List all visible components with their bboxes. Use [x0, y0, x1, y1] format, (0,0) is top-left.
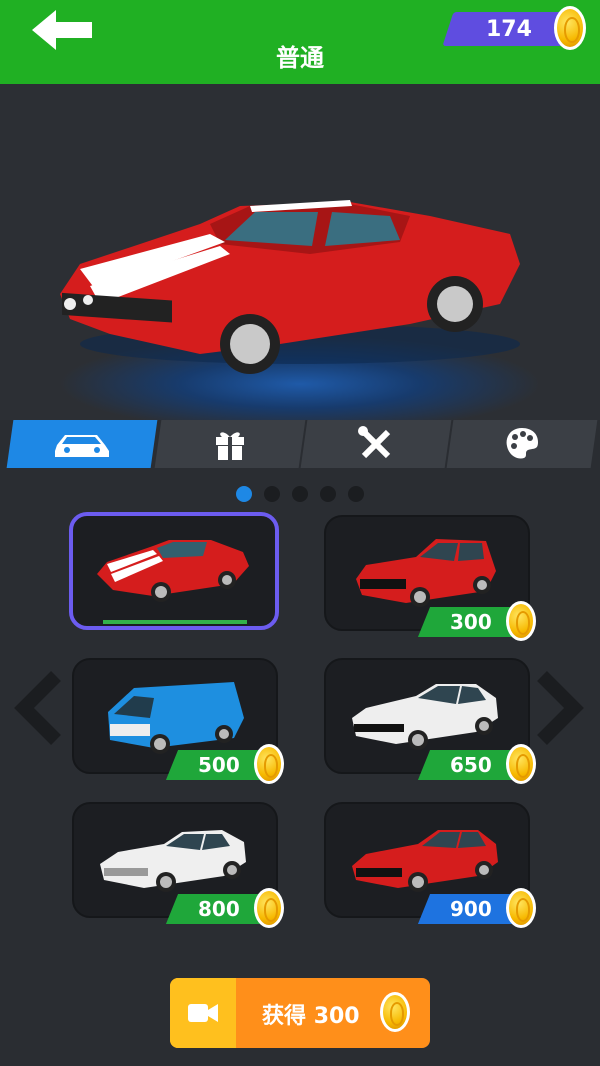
coin-icon — [506, 744, 536, 784]
tools-icon — [358, 426, 391, 459]
next-page-arrow[interactable] — [530, 670, 586, 746]
tab-upgrades[interactable] — [300, 420, 452, 468]
coin-icon — [506, 888, 536, 928]
car-card-4[interactable]: 650 — [324, 658, 536, 784]
car-thumbnail — [100, 830, 246, 892]
car-card-3[interactable]: 500 — [72, 658, 284, 784]
price-tag: 900 — [417, 888, 536, 928]
tab-paint[interactable] — [446, 420, 598, 468]
page-dot-1[interactable] — [236, 486, 252, 502]
price-value: 500 — [198, 753, 240, 777]
car-icon — [55, 435, 109, 457]
page-dot-3[interactable] — [292, 486, 308, 502]
coin-icon — [254, 888, 284, 928]
car-card-1[interactable] — [69, 512, 279, 630]
page-dot-2[interactable] — [264, 486, 280, 502]
category-tabs — [0, 420, 600, 468]
price-value: 650 — [450, 753, 492, 777]
price-tag: 300 — [417, 601, 536, 641]
car-thumbnail — [352, 830, 498, 892]
page-indicator — [0, 486, 600, 506]
coin-icon — [506, 601, 536, 641]
coin-icon — [254, 744, 284, 784]
page-dot-4[interactable] — [320, 486, 336, 502]
page-dot-5[interactable] — [348, 486, 364, 502]
owned-indicator — [103, 620, 247, 624]
car-card-5[interactable]: 800 — [72, 802, 284, 928]
hero-car-image — [60, 200, 520, 374]
watch-ad-label: 获得 300 — [262, 1004, 360, 1029]
coin-icon — [380, 992, 410, 1032]
car-thumbnail — [356, 539, 496, 607]
car-card-2[interactable]: 300 — [324, 515, 536, 641]
top-bar: 普通 174 — [0, 0, 600, 84]
price-value: 300 — [450, 610, 492, 634]
car-thumbnail — [97, 540, 249, 602]
price-tag: 650 — [417, 744, 536, 784]
coin-icon — [554, 6, 586, 50]
price-value: 900 — [450, 897, 492, 921]
chevron-right-icon — [537, 671, 584, 745]
prev-page-arrow[interactable] — [12, 670, 68, 746]
price-value: 800 — [198, 897, 240, 921]
price-tag: 500 — [165, 744, 284, 784]
gift-icon — [216, 432, 244, 460]
chevron-left-icon — [14, 671, 61, 745]
palette-icon — [506, 428, 538, 459]
car-showcase — [0, 84, 600, 420]
car-card-6[interactable]: 900 — [324, 802, 536, 928]
video-camera-icon — [188, 1004, 218, 1022]
coin-balance: 174 — [442, 6, 586, 50]
price-tag: 800 — [165, 888, 284, 928]
tab-cars[interactable] — [6, 420, 158, 468]
coin-balance-value: 174 — [486, 17, 532, 42]
tab-gifts[interactable] — [154, 420, 306, 468]
watch-ad-icon-area — [170, 978, 236, 1048]
